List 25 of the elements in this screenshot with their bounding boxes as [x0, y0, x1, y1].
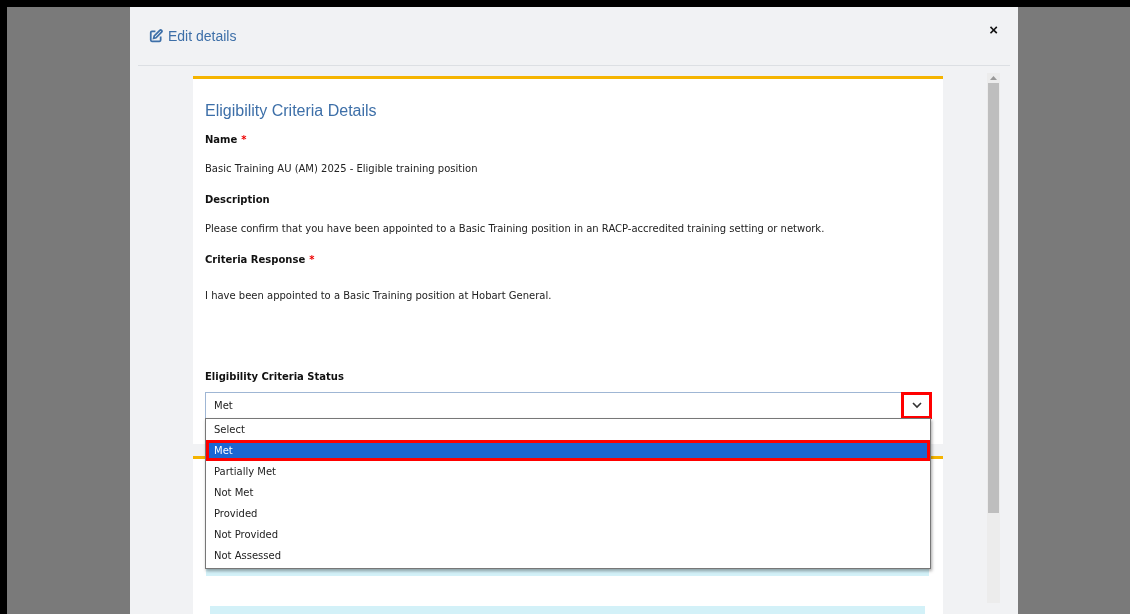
field-label: Eligibility Criteria Status: [205, 371, 345, 382]
field-value: Basic Training AU (AM) 2025 - Eligible training position: [205, 163, 479, 174]
dropdown-option[interactable]: Select: [206, 419, 930, 440]
required-mark: *: [241, 134, 247, 145]
field-value: I have been appointed to a Basic Training position at Hobart General.: [205, 290, 553, 301]
chevron-down-icon: [911, 402, 922, 409]
dropdown-option[interactable]: Met: [206, 440, 930, 461]
scrollbar-thumb[interactable]: [988, 83, 999, 513]
field-label: Name: [205, 134, 238, 145]
dropdown-button[interactable]: [901, 392, 932, 419]
dropdown-option[interactable]: Not Assessed: [206, 545, 930, 566]
dropdown-option[interactable]: Partially Met: [206, 461, 930, 482]
edit-icon: [149, 29, 163, 43]
dialog-title: Edit details: [149, 28, 237, 44]
dropdown-option[interactable]: Provided: [206, 503, 930, 524]
dropdown-option[interactable]: Not Provided: [206, 524, 930, 545]
card-title: Eligibility Criteria Details: [205, 102, 378, 120]
field-label: Criteria Response: [205, 254, 306, 265]
field-label: Description: [205, 194, 270, 205]
scroll-up-icon: [990, 76, 997, 80]
required-mark: *: [309, 254, 315, 265]
scrollbar[interactable]: [987, 73, 1000, 603]
field-value: Please confirm that you have been appointed to a Basic Training position in an RACP-accredited training setting or network.: [205, 223, 826, 234]
dropdown-option[interactable]: Not Met: [206, 482, 930, 503]
close-button[interactable]: ×: [987, 20, 1000, 38]
